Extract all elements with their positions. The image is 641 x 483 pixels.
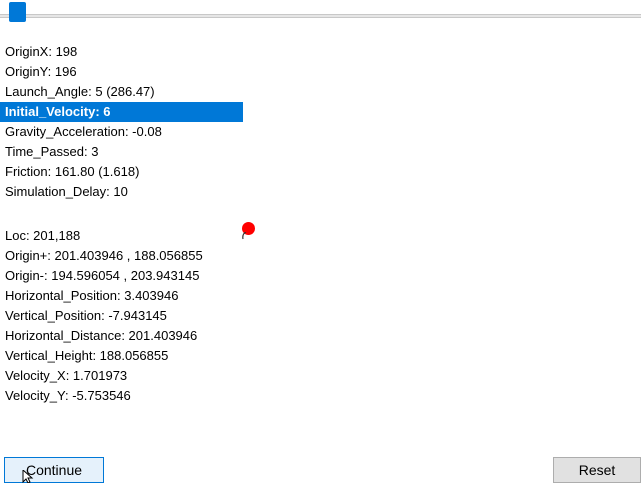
readout-vertical-height: Vertical_Height: 188.056855 [5,348,169,363]
parameter-origin-y[interactable]: OriginY: 196 [0,62,243,82]
readout-horizontal-position: Horizontal_Position: 3.403946 [5,288,179,303]
readout-panel: Loc: 201,188 Origin+: 201.403946 , 188.0… [0,226,320,406]
readout-velocity-y: Velocity_Y: -5.753546 [5,388,131,403]
parameter-list[interactable]: OriginX: 198 OriginY: 196 Launch_Angle: … [0,42,243,202]
slider-track[interactable] [0,14,641,18]
continue-button[interactable]: Continue [4,457,104,483]
readout-vertical-position: Vertical_Position: -7.943145 [5,308,167,323]
parameter-simulation-delay[interactable]: Simulation_Delay: 10 [0,182,243,202]
mouse-cursor-icon [22,470,34,483]
parameter-launch-angle[interactable]: Launch_Angle: 5 (286.47) [0,82,243,102]
parameter-gravity-acceleration[interactable]: Gravity_Acceleration: -0.08 [0,122,243,142]
readout-horizontal-distance: Horizontal_Distance: 201.403946 [5,328,198,343]
readout-loc: Loc: 201,188 [5,228,81,243]
parameter-friction[interactable]: Friction: 161.80 (1.618) [0,162,243,182]
readout-origin-plus: Origin+: 201.403946 , 188.056855 [5,248,203,263]
parameter-origin-x[interactable]: OriginX: 198 [0,42,243,62]
parameter-initial-velocity[interactable]: Initial_Velocity: 6 [0,102,243,122]
readout-velocity-x: Velocity_X: 1.701973 [5,368,128,383]
readout-origin-minus: Origin-: 194.596054 , 203.943145 [5,268,200,283]
reset-button[interactable]: Reset [553,457,641,483]
slider-thumb[interactable] [9,2,26,22]
parameter-time-passed[interactable]: Time_Passed: 3 [0,142,243,162]
